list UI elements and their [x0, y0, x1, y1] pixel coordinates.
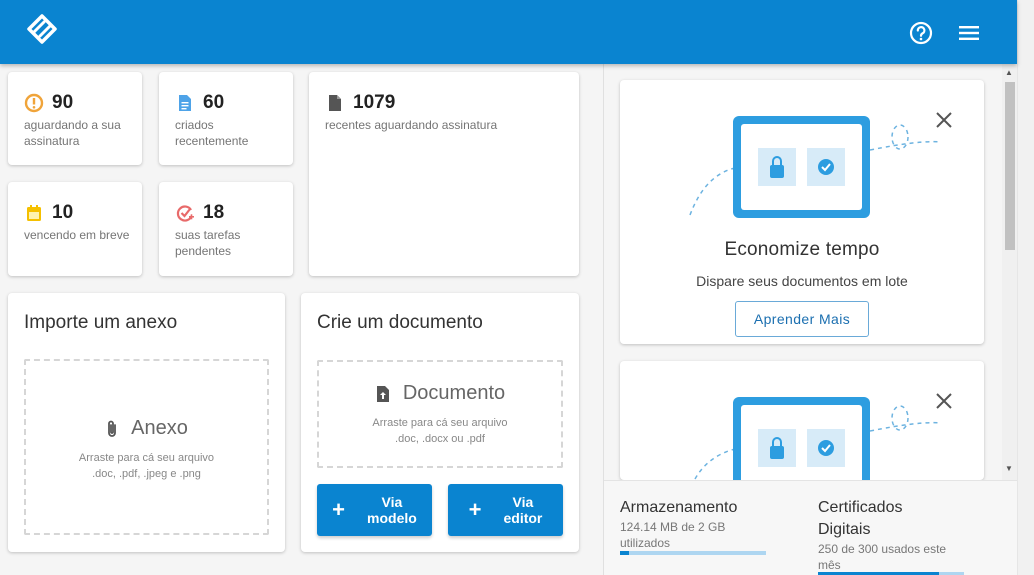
document-dropzone[interactable]: Documento Arraste para cá seu arquivo .d… — [317, 360, 563, 468]
paperclip-icon — [108, 420, 117, 437]
button-label-line2: modelo — [367, 510, 417, 526]
storage-detail: 124.14 MB de 2 GB utilizados — [620, 519, 725, 551]
certificates-title-line2: Digitais — [818, 521, 871, 538]
promo-subtitle: Dispare seus documentos em lote — [696, 273, 908, 289]
stat-label: suas tarefas pendentes — [175, 228, 241, 258]
plus-icon: + — [468, 497, 482, 522]
button-label-line1: Via — [381, 494, 403, 510]
close-icon[interactable] — [935, 392, 953, 410]
storage-title: Armazenamento — [620, 499, 738, 516]
certificates-detail: 250 de 300 usados este mês — [818, 541, 946, 573]
task-check-icon — [175, 203, 195, 223]
certificates-detail-line2: mês — [818, 558, 841, 572]
create-document-panel: Crie um documento Documento Arraste para… — [301, 293, 579, 552]
batch-send-illustration — [689, 116, 941, 218]
stat-value: 90 — [52, 92, 74, 113]
storage-progress-bar — [620, 551, 766, 555]
certificates-detail-line1: 250 de 300 usados este — [818, 542, 947, 556]
dropzone-hint: Arraste para cá seu arquivo — [78, 452, 215, 464]
storage-detail-line2: utilizados — [620, 536, 671, 550]
hamburger-menu-icon[interactable] — [954, 18, 984, 48]
stat-card-recently-created[interactable]: 60 criados recentemente — [159, 72, 293, 165]
file-upload-icon — [376, 385, 389, 402]
dropzone-title: Documento — [402, 382, 506, 404]
stat-card-awaiting-signature[interactable]: 90 aguardando a sua assinatura — [8, 72, 142, 165]
calendar-icon — [24, 203, 44, 223]
stat-card-pending-tasks[interactable]: 18 suas tarefas pendentes — [159, 182, 293, 276]
right-column-scrollbar[interactable]: ▲ ▼ — [1002, 64, 1017, 480]
stat-card-expiring-soon[interactable]: 10 vencendo em breve — [8, 182, 142, 276]
scroll-up-arrow-icon[interactable]: ▲ — [1005, 68, 1013, 77]
certificates-title: Certificados Digitais — [818, 497, 902, 541]
help-circle-icon[interactable] — [906, 18, 936, 48]
stat-value: 1079 — [353, 92, 396, 113]
promo-title: Economize tempo — [724, 239, 880, 260]
plus-icon: + — [332, 497, 346, 522]
dropzone-hint: Arraste para cá seu arquivo — [372, 417, 508, 429]
certificates-title-line1: Certificados — [818, 499, 903, 516]
usage-panel: Armazenamento 124.14 MB de 2 GB utilizad… — [604, 480, 1017, 575]
storage-detail-line1: 124.14 MB de 2 GB — [620, 520, 726, 534]
scroll-down-arrow-icon[interactable]: ▼ — [1005, 464, 1013, 473]
via-model-button[interactable]: + Via modelo — [317, 484, 432, 536]
storage-progress-fill — [620, 551, 629, 555]
button-label-line1: Via — [512, 494, 534, 510]
stat-card-recent-awaiting[interactable]: 1079 recentes aguardando assinatura — [309, 72, 579, 276]
close-icon[interactable] — [935, 111, 953, 129]
via-editor-button[interactable]: + Via editor — [448, 484, 563, 536]
batch-send-illustration — [694, 397, 941, 480]
top-app-bar — [0, 0, 1017, 64]
stat-value: 10 — [52, 202, 74, 223]
import-attachment-panel: Importe um anexo Anexo Arraste para cá s… — [8, 293, 285, 552]
attachment-dropzone[interactable]: Anexo Arraste para cá seu arquivo .doc, … — [24, 359, 269, 535]
alert-circle-icon — [24, 93, 44, 113]
dropzone-formats: .doc, .pdf, .jpeg e .png — [92, 468, 201, 480]
dropzone-formats: .doc, .docx ou .pdf — [395, 433, 485, 445]
handshake-logo-icon[interactable] — [22, 12, 62, 46]
window-scrollbar[interactable] — [1017, 0, 1034, 575]
stat-label: criados recentemente — [175, 118, 249, 148]
panel-title: Crie um documento — [317, 312, 483, 333]
panel-title: Importe um anexo — [24, 312, 178, 333]
scrollbar-thumb[interactable] — [1005, 82, 1015, 250]
stat-label: vencendo em breve — [24, 228, 130, 242]
stat-value: 60 — [203, 92, 225, 113]
document-icon — [175, 93, 195, 113]
stat-label: recentes aguardando assinatura — [325, 118, 498, 132]
dropzone-title: Anexo — [131, 417, 188, 439]
stat-label: aguardando a sua assinatura — [24, 118, 121, 148]
file-icon — [325, 93, 345, 113]
stat-value: 18 — [203, 202, 225, 223]
button-label-line2: editor — [503, 510, 543, 526]
promo-card-2 — [620, 361, 984, 480]
learn-more-button[interactable]: Aprender Mais — [735, 301, 869, 337]
promo-card: Economize tempo Dispare seus documentos … — [620, 80, 984, 344]
